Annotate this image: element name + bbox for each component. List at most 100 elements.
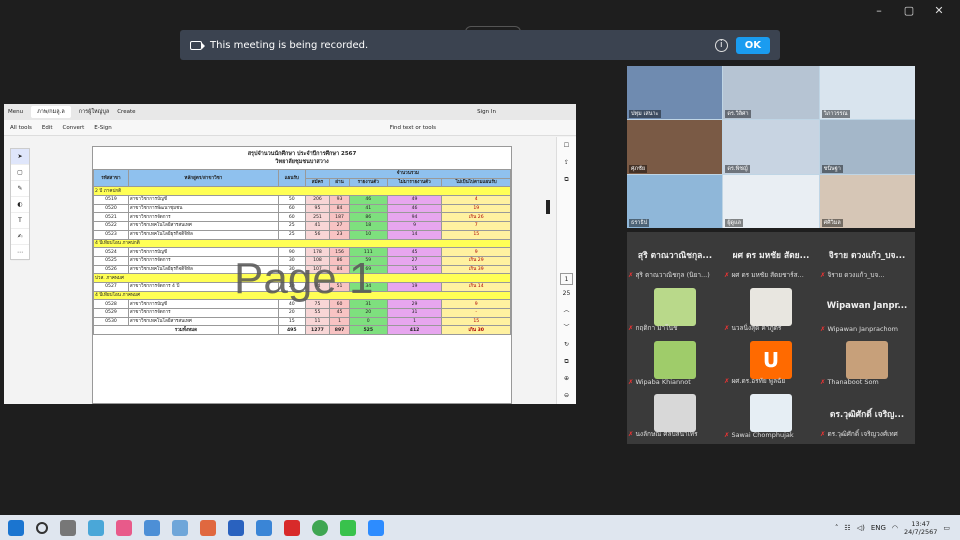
store-icon[interactable] [172,519,188,536]
cell-c: 0520 [93,203,129,214]
wifi-icon[interactable]: ◠ [892,524,898,532]
cell-x: 29 [386,299,443,309]
participant-tile[interactable]: ✗ Wipaba Khiannot [627,338,723,390]
scrollbar-thumb[interactable] [546,200,550,214]
video-tile[interactable]: ผู้ดูแล [723,174,819,228]
find-field[interactable]: Find text or tools [390,125,436,131]
menu-all-tools[interactable]: All tools [10,125,32,131]
more-tools-icon[interactable]: ⋯ [11,245,29,261]
participant-name: นวลนิ่งสุด คำภูตริ [731,324,782,332]
tab-doc[interactable]: ภาพ/กมลู.ล [31,106,71,118]
page-number[interactable]: 1 [560,273,573,285]
fill-sign-icon[interactable]: ✍ [11,229,29,245]
powerpoint-icon[interactable] [200,519,216,536]
refresh-icon[interactable]: ↻ [557,336,576,353]
col-apply: สมัคร [304,177,331,188]
volume-icon[interactable]: ◁) [857,524,865,532]
video-tile[interactable]: วิภาวรรณ [819,66,915,120]
participant-tile[interactable]: สุริ ตาณวาณิชกุล... ✗ สุริ ตาณวาณิชกุล (นิ… [627,232,723,284]
zoom-icon[interactable] [368,519,384,536]
video-tile[interactable]: ศุภชัย [627,120,723,174]
outlook-icon[interactable] [256,519,272,536]
participant-tile[interactable]: ดร.วุฒิศักดิ์ เจริญ... ✗ ดร.วุฒิศักดิ์ เจร… [819,391,915,443]
minimize-button[interactable]: – [864,4,894,17]
info-icon[interactable]: i [714,38,728,52]
word-icon[interactable] [228,519,244,536]
participant-tile[interactable]: ✗ Sawai Chomphujak [723,391,819,443]
select-tool-icon[interactable]: ➤ [11,149,29,165]
menu-esign[interactable]: E-Sign [94,125,111,131]
recording-message: This meeting is being recorded. [210,39,369,51]
cell-x: 19 [386,281,443,292]
zoom-out-icon[interactable]: ⊖ [557,387,576,404]
video-tile[interactable]: ดร.พิชญ์ [723,120,819,174]
create-button[interactable]: Create [117,109,135,115]
participant-tile[interactable]: U ✗ ผศ.ดร.อรทัย พูลฉัย [723,338,819,390]
mic-muted-icon: ✗ [724,324,730,332]
participant-tile[interactable]: ✗ Thanaboot Som [819,338,915,390]
mic-muted-icon: ✗ [628,271,634,279]
edge-icon[interactable] [116,519,132,536]
clock[interactable]: 13:47 24/7/2567 [904,520,937,536]
cell-a: 206 [304,195,331,205]
video-name: ดร.วิลิศา [725,110,751,119]
participant-tile[interactable]: ✗ นวลนิ่งสุด คำภูตริ [723,285,819,337]
text-tool-icon[interactable]: T [11,213,29,229]
avatar [654,394,696,432]
comment-icon[interactable]: ☐ [557,137,576,154]
participant-tile[interactable]: ✗ กฤติกา มาโนช [627,285,723,337]
comment-tool-icon[interactable]: ▢ [11,165,29,181]
participant-tile[interactable]: จิราย ดวงแก้ว_บจ... ✗ จิราย ดวงแก้ว_บจ... [819,232,915,284]
chrome-icon[interactable] [312,519,328,536]
search-icon[interactable] [36,521,48,534]
chevron-up-icon[interactable]: ˄ [835,524,839,532]
participant-label: ✗ Thanaboot Som [820,378,914,386]
app-icon[interactable] [144,519,160,536]
copy-icon[interactable]: ⧉ [557,353,576,370]
col-group: จำนวนรวม [304,169,512,179]
highlight-tool-icon[interactable]: ◐ [11,197,29,213]
video-tile[interactable]: ศศิวิมล [819,174,915,228]
cell-c: 0522 [93,221,129,231]
tab-doc2[interactable]: การผู้ใหญ่บูล [79,108,109,116]
explorer-icon[interactable] [88,519,104,536]
page-up-icon[interactable]: ︿ [557,302,576,319]
video-name: ธราธิป [629,218,650,227]
menu-button[interactable]: Menu [8,109,23,115]
video-tile[interactable]: ธราธิป [627,174,723,228]
cell-c: 0525 [93,255,129,266]
language-indicator[interactable]: ENG [871,524,886,532]
pages-icon[interactable]: ⧉ [557,171,576,188]
video-tile[interactable]: ดร.วิลิศา [723,66,819,120]
network-icon[interactable]: ☷ [844,524,850,532]
video-tile[interactable]: ปทุม เสนาะ [627,66,723,120]
menu-convert[interactable]: Convert [63,125,85,131]
participant-tile[interactable]: Wipawan Janpr... ✗ Wipawan Janprachom [819,285,915,337]
video-tile[interactable]: ชนิษฐา [819,120,915,174]
page-down-icon[interactable]: ﹀ [557,319,576,336]
mic-muted-icon: ✗ [724,431,730,439]
sign-in-link[interactable]: Sign In [477,109,496,115]
sheet-title: สรุปจำนวนนักศึกษา ประจำปีการศึกษา 2567 [247,151,357,157]
col-code: รหัสสาขา [93,168,129,188]
menu-edit[interactable]: Edit [42,125,53,131]
pdf-left-toolbar: ➤ ▢ ✎ ◐ T ✍ ⋯ [10,148,30,261]
zoom-in-icon[interactable]: ⊕ [557,370,576,387]
notification-icon[interactable]: ▭ [943,524,950,532]
participant-tile[interactable]: ผศ ดร มหชัย สัตย... ✗ ผศ ดร มหชัย สัตยชาร์… [723,232,819,284]
close-button[interactable]: ✕ [924,4,954,17]
maximize-button[interactable]: ▢ [894,4,924,17]
pen-tool-icon[interactable]: ✎ [11,181,29,197]
cell-d: เกิน 29 [441,255,511,266]
participant-display-name: สุริ ตาณวาณิชกุล... [637,251,713,261]
line-icon[interactable] [340,519,356,536]
task-view-icon[interactable] [60,519,76,536]
video-name: ผู้ดูแล [725,218,744,227]
participant-tile[interactable]: ✗ นงลักษณ์ ศิลปสนาเทร [627,391,723,443]
acrobat-icon[interactable] [284,519,300,536]
cell-b: 27 [329,221,350,231]
ok-button[interactable]: OK [735,36,770,54]
export-icon[interactable]: ⇪ [557,154,576,171]
windows-start-icon[interactable] [8,519,24,536]
page-watermark: Page 1 [234,254,374,303]
